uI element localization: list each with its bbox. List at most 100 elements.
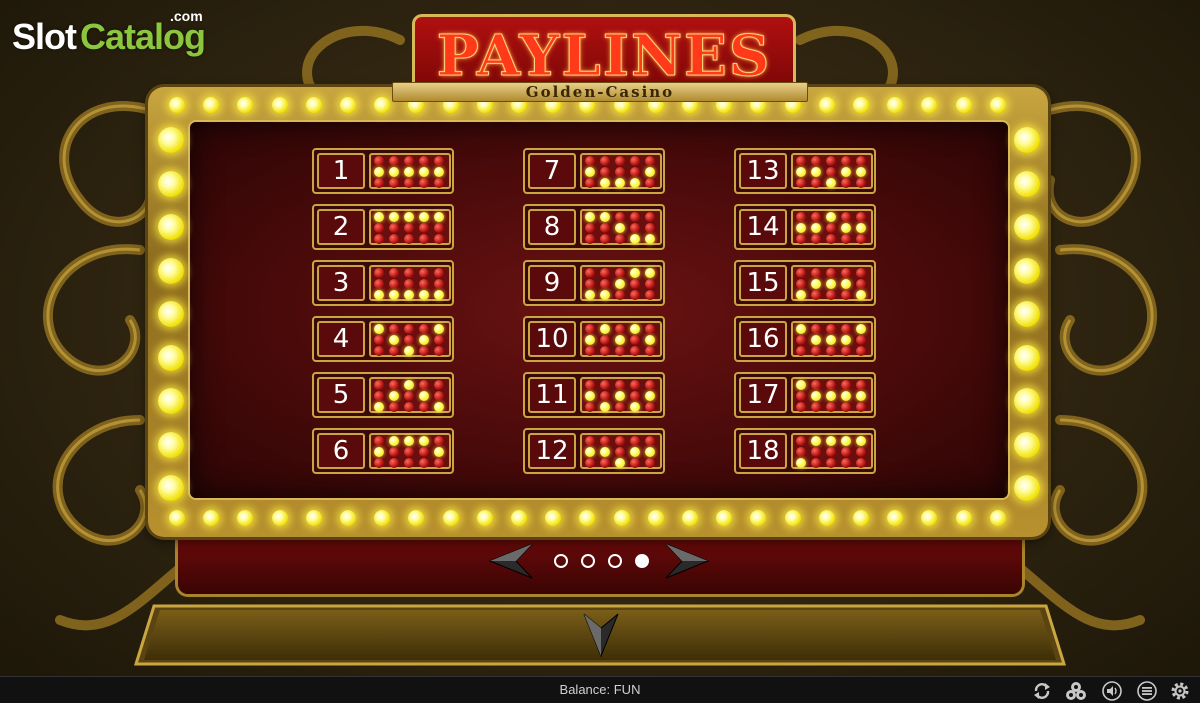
payline-dot-active	[585, 212, 595, 222]
payline-dot-active	[389, 290, 399, 300]
payline-dot	[585, 346, 595, 356]
payline-dot	[419, 156, 429, 166]
marquee-bulb	[408, 510, 425, 526]
payline-dot	[615, 156, 625, 166]
marquee-bulb	[158, 214, 184, 240]
payline-dot	[841, 212, 851, 222]
payline-card: 8	[523, 204, 665, 250]
payline-pattern	[369, 209, 451, 245]
menu-icon[interactable]	[1137, 681, 1157, 701]
payline-card: 11	[523, 372, 665, 418]
payline-dot	[374, 436, 384, 446]
payline-dot	[630, 436, 640, 446]
payline-dot	[630, 223, 640, 233]
marquee-bulb	[1014, 431, 1040, 458]
chips-icon[interactable]	[1066, 681, 1086, 701]
payline-dot	[374, 279, 384, 289]
payline-dot	[615, 402, 625, 412]
payline-dot	[404, 156, 414, 166]
payline-dot-active	[796, 290, 806, 300]
payline-pattern	[369, 321, 451, 357]
payline-dot-active	[600, 290, 610, 300]
marquee-bulb	[579, 510, 596, 526]
page-dot[interactable]	[635, 554, 649, 568]
payline-dot	[645, 458, 655, 468]
marquee-bulb	[158, 431, 184, 458]
payline-dot-active	[826, 391, 836, 401]
sound-icon[interactable]	[1102, 681, 1122, 701]
payline-dot	[615, 234, 625, 244]
payline-dot-active	[826, 279, 836, 289]
payline-dot	[434, 279, 444, 289]
payline-number: 15	[739, 265, 787, 301]
payline-card: 1	[312, 148, 454, 194]
payline-dot	[856, 234, 866, 244]
payline-dot	[826, 234, 836, 244]
payline-number: 16	[739, 321, 787, 357]
payline-dot	[389, 346, 399, 356]
payline-dot-active	[811, 335, 821, 345]
payline-dot-active	[600, 324, 610, 334]
payline-number: 7	[528, 153, 576, 189]
payline-dot	[600, 458, 610, 468]
payline-dot-active	[826, 212, 836, 222]
payline-dot	[796, 436, 806, 446]
payline-dot	[389, 223, 399, 233]
payline-pattern	[580, 265, 662, 301]
marquee-bulb	[237, 97, 254, 113]
refresh-icon[interactable]	[1032, 681, 1052, 701]
payline-dot	[630, 458, 640, 468]
marquee-bulb	[1014, 127, 1040, 153]
payline-dot-active	[615, 279, 625, 289]
payline-card: 7	[523, 148, 665, 194]
payline-dot	[841, 234, 851, 244]
marquee-bulb	[613, 510, 630, 526]
marquee-bulb	[1014, 475, 1040, 501]
settings-icon[interactable]	[1170, 681, 1190, 701]
page-dot[interactable]	[608, 554, 622, 568]
payline-pattern	[580, 433, 662, 469]
payline-dot-active	[404, 167, 414, 177]
payline-dot	[374, 391, 384, 401]
payline-dot	[404, 458, 414, 468]
marquee-bulb	[1014, 344, 1040, 371]
page-dot[interactable]	[581, 554, 595, 568]
payline-dot	[374, 234, 384, 244]
payline-dot	[600, 223, 610, 233]
payline-dot	[630, 335, 640, 345]
payline-dot	[630, 391, 640, 401]
payline-dot-active	[434, 447, 444, 457]
payline-dot	[585, 279, 595, 289]
payline-dot-active	[615, 391, 625, 401]
payline-dot	[826, 458, 836, 468]
marquee-bulb	[887, 97, 904, 113]
payline-dot	[404, 324, 414, 334]
page-dot[interactable]	[554, 554, 568, 568]
payline-dot	[404, 391, 414, 401]
marquee-bulb	[818, 510, 835, 526]
payline-dot	[615, 167, 625, 177]
payline-number: 13	[739, 153, 787, 189]
payline-dot	[434, 268, 444, 278]
payline-card: 3	[312, 260, 454, 306]
marquee-bulb	[682, 510, 698, 526]
payline-dot	[841, 458, 851, 468]
payline-dot-active	[841, 167, 851, 177]
payline-dot	[630, 156, 640, 166]
payline-dot-active	[645, 447, 655, 457]
chevron-right-icon[interactable]	[664, 542, 712, 580]
payline-dot	[630, 212, 640, 222]
chevron-down-icon[interactable]	[582, 612, 620, 658]
payline-dot	[796, 447, 806, 457]
marquee-bulb	[237, 510, 254, 526]
payline-card: 18	[734, 428, 876, 474]
payline-dot	[796, 234, 806, 244]
chevron-left-icon[interactable]	[486, 542, 534, 580]
payline-dot	[615, 447, 625, 457]
payline-dot-active	[374, 167, 384, 177]
payline-dot	[826, 290, 836, 300]
payline-card: 6	[312, 428, 454, 474]
marquee-bulb	[374, 97, 391, 113]
payline-dot	[374, 178, 384, 188]
payline-dot-active	[630, 268, 640, 278]
